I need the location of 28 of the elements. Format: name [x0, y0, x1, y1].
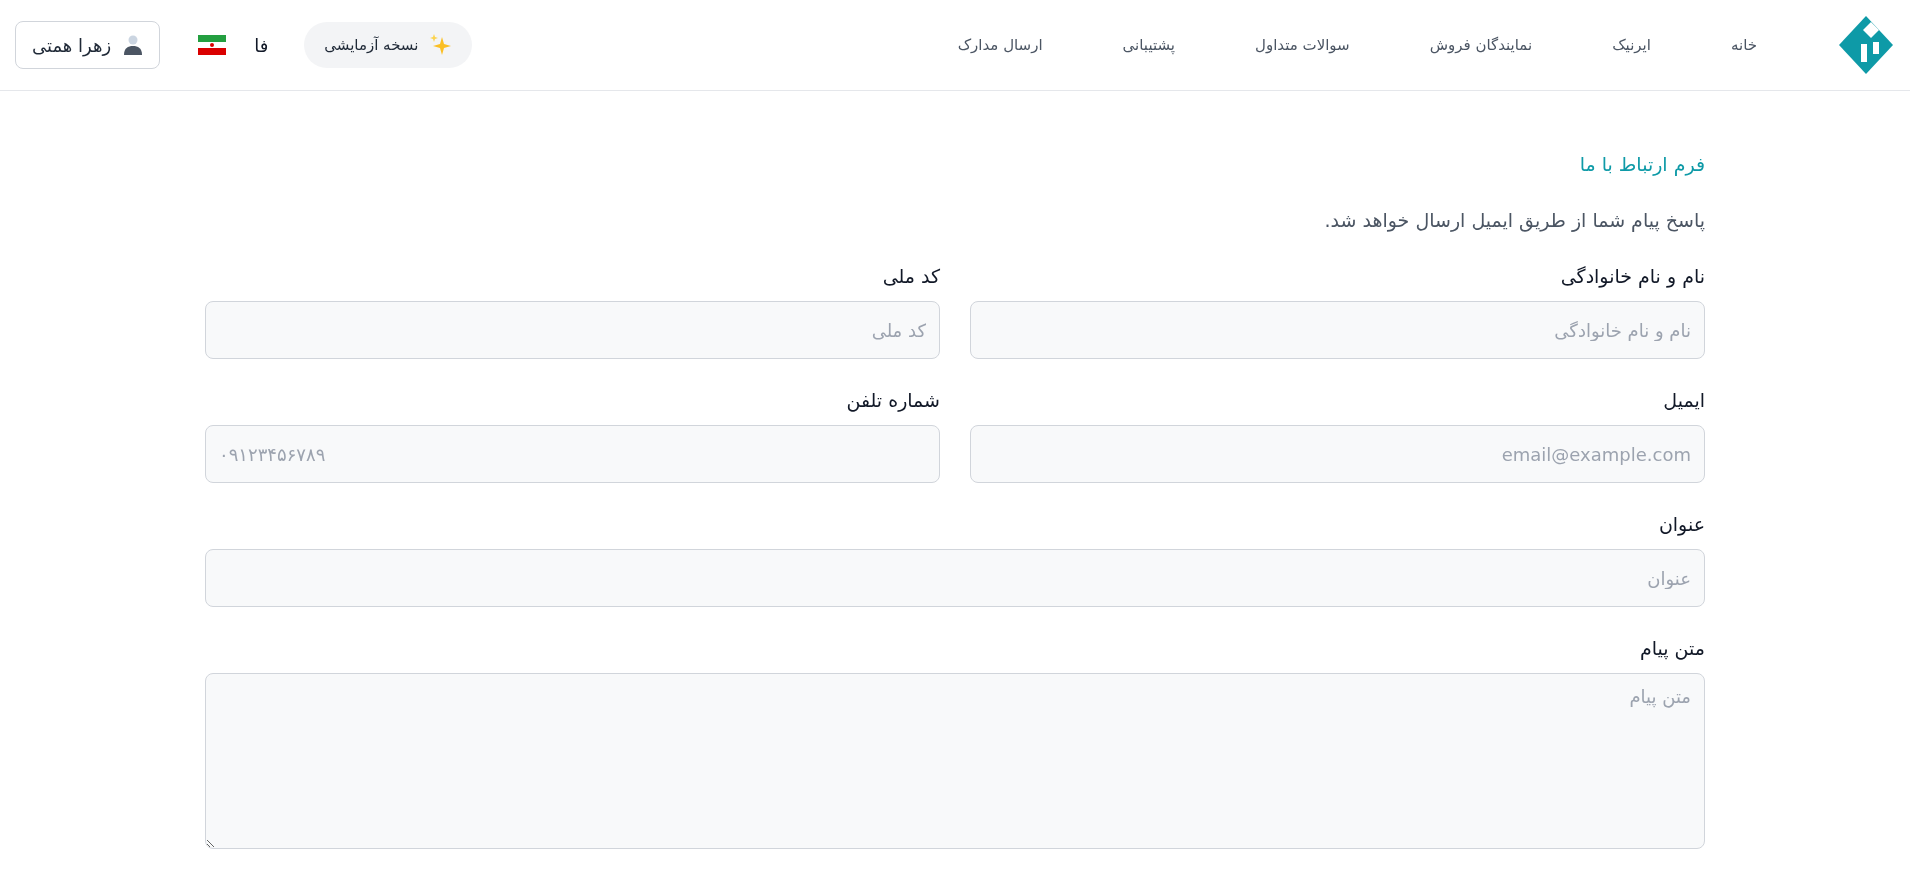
nav-link[interactable]: سوالات متداول	[1215, 36, 1390, 54]
nav-link[interactable]: ارسال مدارک	[917, 36, 1083, 54]
trial-button[interactable]: نسخه آزمایشی	[304, 22, 473, 68]
user-icon	[123, 35, 144, 55]
language-button[interactable]: فا	[254, 34, 269, 56]
nav-link[interactable]: خانه	[1690, 36, 1797, 54]
nav-link[interactable]: پشتیبانی	[1082, 36, 1215, 54]
form-subtitle: پاسخ پیام شما از طریق ایمیل ارسال خواهد شد.	[1323, 209, 1705, 231]
field-label: شماره تلفن	[845, 389, 940, 411]
form-title: فرم ارتباط با ما	[1578, 153, 1705, 175]
trial-label: نسخه آزمایشی	[324, 36, 419, 54]
field-label: کد ملی	[881, 265, 940, 287]
field-label: نام و نام خانوادگی	[1559, 265, 1705, 287]
nav-link[interactable]: نمایندگان فروش	[1389, 36, 1573, 54]
field-label: ایمیل	[1662, 389, 1705, 411]
nav-link[interactable]: ایرنیک	[1572, 36, 1691, 54]
input-field[interactable]: کد ملی	[205, 301, 940, 359]
input-field[interactable]: ۰۹۱۲۳۴۵۶۷۸۹	[205, 425, 940, 483]
logo-icon[interactable]	[1837, 14, 1895, 76]
field-label: عنوان	[1657, 513, 1705, 535]
input-field[interactable]: عنوان	[205, 549, 1705, 607]
user-button[interactable]: زهرا همتی	[15, 21, 161, 69]
field-label: متن پیام	[1639, 637, 1705, 659]
input-field[interactable]: email@example.com	[970, 425, 1705, 483]
message-field[interactable]: متن پیام	[205, 673, 1705, 849]
user-name: زهرا همتی	[32, 34, 112, 56]
flag-icon[interactable]	[198, 35, 227, 55]
input-field[interactable]: نام و نام خانوادگی	[970, 301, 1705, 359]
